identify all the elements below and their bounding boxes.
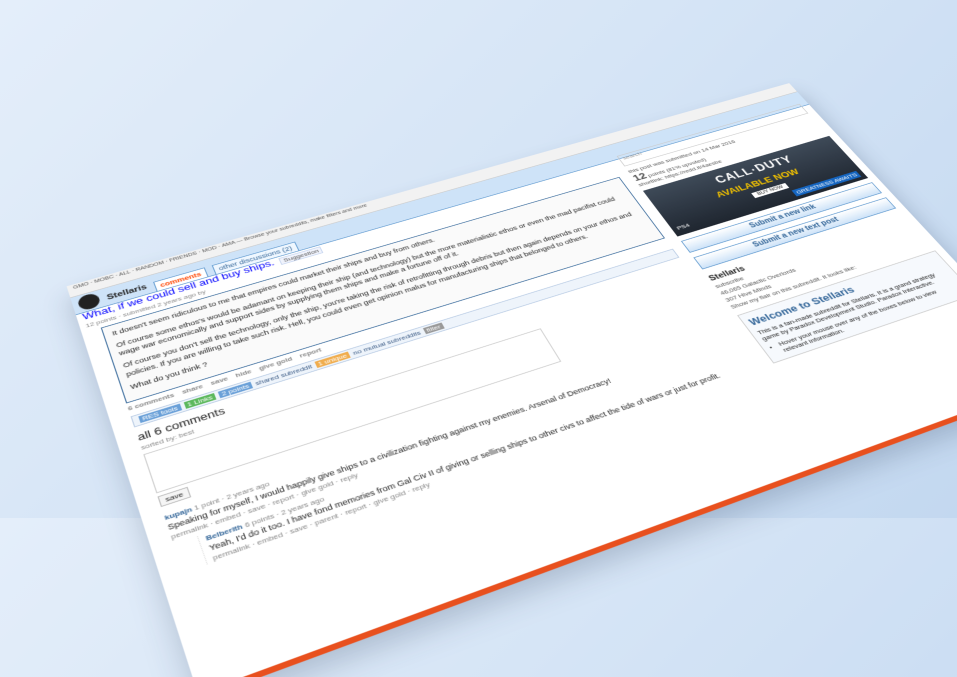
perspective-stage: GMO · MOBC · ALL · RANDOM · FRIENDS · MO… <box>0 0 957 677</box>
browser-page: GMO · MOBC · ALL · RANDOM · FRIENDS · MO… <box>66 83 957 677</box>
res-filter-button[interactable]: filter <box>422 322 445 335</box>
main-content: What, if we could sell and buy ships. Su… <box>81 161 768 581</box>
ad-platform: PS4 <box>675 222 692 232</box>
hide-link[interactable]: hide <box>234 368 252 379</box>
res-item[interactable]: 1 Links <box>183 392 217 409</box>
